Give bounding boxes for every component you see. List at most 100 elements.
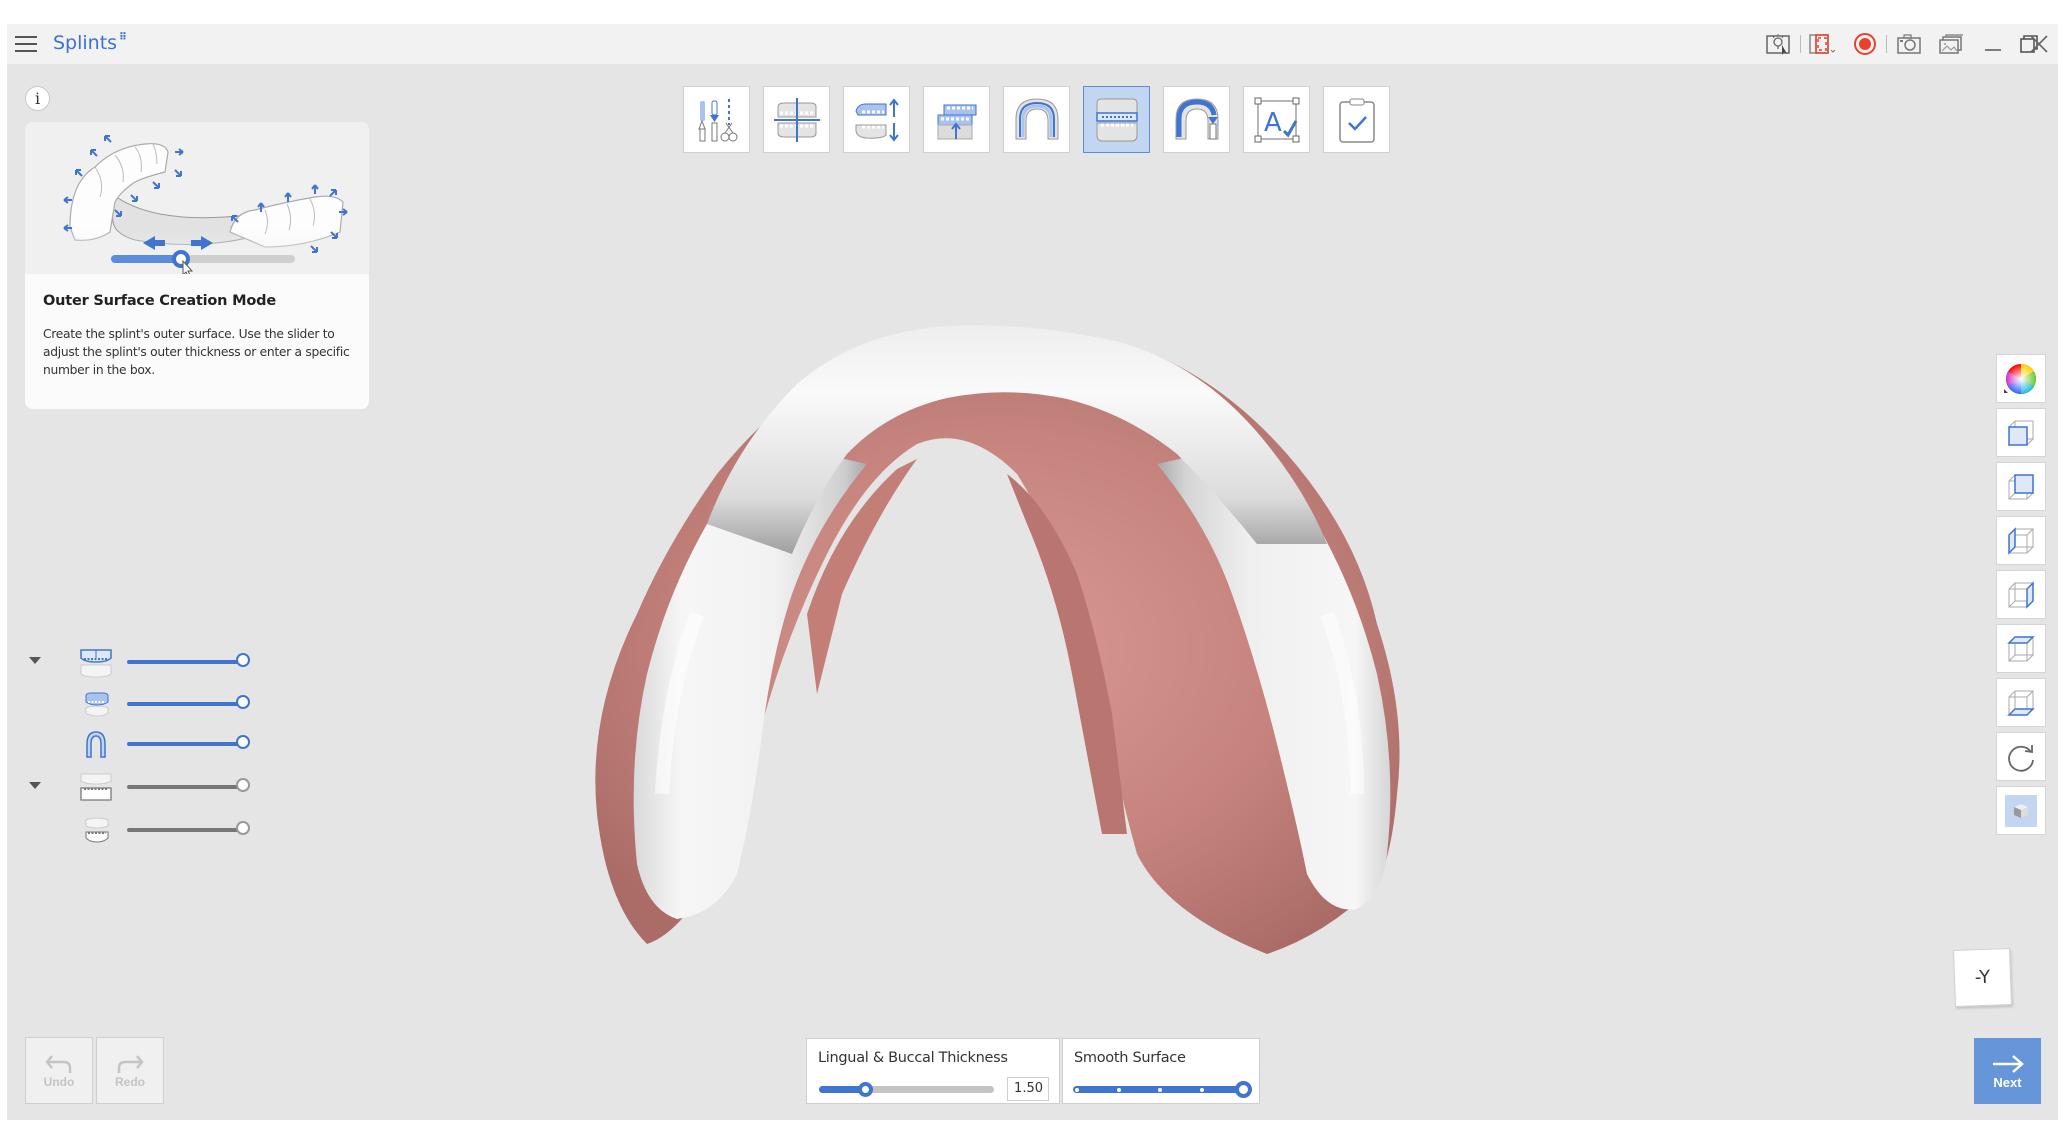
redo-icon — [117, 1054, 144, 1073]
bottom-view-button[interactable] — [1996, 678, 2046, 727]
lower-scan-icon — [85, 817, 109, 843]
clipboard-check-icon — [1338, 98, 1375, 143]
separator — [1800, 35, 1801, 53]
slider-handle[interactable] — [236, 653, 250, 667]
tutorial-description: Create the splint's outer surface. Use t… — [43, 327, 350, 377]
insertion-direction-step-button[interactable] — [843, 86, 910, 153]
titlebar-icons — [1758, 24, 2058, 64]
color-wheel-icon — [2004, 363, 2037, 394]
visibility-row-margin-arch — [7, 726, 267, 762]
occlusal-plane-step-button[interactable] — [763, 86, 830, 153]
redo-button[interactable]: Redo — [96, 1037, 164, 1104]
top-view-button[interactable] — [1996, 624, 2046, 673]
outer-surface-illustration — [25, 122, 369, 279]
tutorial-card: Outer Surface Creation Mode Create the s… — [25, 122, 369, 409]
close-icon[interactable] — [2024, 30, 2054, 58]
occlusal-plane-icon — [773, 97, 820, 142]
separator — [1886, 35, 1887, 53]
smooth-step-tick — [1199, 1088, 1204, 1092]
upper-jaw-splint-icon — [80, 649, 112, 678]
insertion-direction-icon — [854, 97, 899, 142]
top-view-icon — [2007, 635, 2035, 661]
splint-edit-step-button[interactable] — [1163, 86, 1230, 153]
rotate-icon — [2008, 744, 2034, 772]
gallery-icon[interactable] — [1936, 30, 1966, 58]
next-label: Next — [1993, 1074, 2022, 1090]
slider-handle[interactable] — [236, 695, 250, 709]
smooth-step-tick — [1158, 1088, 1162, 1092]
slider-handle[interactable] — [236, 821, 250, 835]
outer-surface-icon — [1095, 98, 1138, 141]
arrow-right-icon — [1992, 1054, 2024, 1073]
margin-line-step-button[interactable] — [1003, 86, 1070, 153]
undo-label: Undo — [43, 1074, 75, 1089]
capture-region-icon[interactable] — [1808, 30, 1838, 58]
solid-view-highlight — [2005, 794, 2037, 827]
undo-icon — [45, 1054, 72, 1073]
rotate-view-button[interactable] — [1996, 732, 2046, 781]
svg-text:A: A — [1264, 108, 1282, 138]
thickness-value-input[interactable]: 1.50 — [1007, 1077, 1049, 1101]
visibility-row-lower-group — [7, 769, 267, 805]
visibility-row-upper-group — [7, 644, 267, 680]
title-bar: Splints ⠿ — [7, 24, 2058, 64]
slider-handle[interactable] — [236, 778, 250, 792]
finish-step-button[interactable] — [1323, 86, 1390, 153]
right-view-button[interactable] — [1996, 570, 2046, 619]
app-title: Splints — [53, 32, 118, 54]
camera-icon[interactable] — [1894, 30, 1924, 58]
thickness-panel: Lingual & Buccal Thickness 1.50 — [806, 1038, 1060, 1104]
right-view-icon — [2008, 580, 2034, 609]
redo-label: Redo — [115, 1074, 145, 1089]
bottom-view-icon — [2007, 690, 2035, 716]
undercut-fill-step-button[interactable] — [923, 86, 990, 153]
smooth-surface-panel: Smooth Surface — [1062, 1038, 1260, 1104]
slider-handle[interactable] — [236, 735, 250, 749]
hamburger-icon[interactable] — [15, 34, 37, 54]
thickness-slider-handle[interactable] — [857, 1082, 873, 1097]
lower-group-opacity-slider[interactable] — [127, 785, 245, 789]
visibility-panel — [7, 644, 267, 864]
left-view-button[interactable] — [1996, 516, 2046, 565]
margin-arch-opacity-slider[interactable] — [127, 742, 245, 746]
undercut-fill-icon — [937, 104, 976, 139]
front-view-icon — [2008, 420, 2034, 446]
minimize-icon[interactable] — [1978, 30, 2008, 58]
lower-scan-opacity-slider[interactable] — [127, 828, 245, 832]
arch-outline-icon — [86, 731, 106, 758]
collapse-caret-icon[interactable] — [29, 657, 41, 664]
solid-cube-icon — [2014, 803, 2028, 818]
back-view-button[interactable] — [1996, 462, 2046, 511]
left-view-icon — [2008, 526, 2034, 555]
record-icon[interactable] — [1850, 30, 1880, 58]
visibility-row-lower-scan — [7, 812, 267, 848]
module-badge-icon: ⠿ — [119, 32, 127, 43]
text-label-icon: A — [1254, 97, 1299, 142]
settings-trim-step-button[interactable] — [683, 86, 750, 153]
outer-surface-step-button[interactable] — [1083, 86, 1150, 153]
solid-view-button[interactable] — [1996, 786, 2046, 835]
smooth-step-tick — [1075, 1088, 1079, 1092]
upper-splint-icon — [85, 692, 109, 717]
next-button[interactable]: Next — [1974, 1038, 2041, 1104]
upper-group-opacity-slider[interactable] — [127, 660, 245, 664]
app-window: Splints ⠿ i Outer Surface Creation Mode … — [7, 24, 2058, 1120]
help-guide-icon[interactable] — [1764, 30, 1794, 58]
3d-viewport[interactable] — [567, 294, 1467, 974]
collapse-caret-icon[interactable] — [29, 782, 41, 789]
thickness-label: Lingual & Buccal Thickness — [818, 1050, 1008, 1066]
lower-jaw-icon — [80, 773, 112, 801]
info-icon[interactable]: i — [25, 86, 50, 111]
smooth-surface-slider-handle[interactable] — [1235, 1081, 1252, 1098]
splint-edit-icon — [1175, 97, 1218, 139]
axis-orientation-cube[interactable]: -Y — [1953, 948, 2012, 1007]
upper-splint-opacity-slider[interactable] — [127, 702, 245, 706]
visibility-row-upper-splint — [7, 686, 267, 722]
text-label-step-button[interactable]: A — [1243, 86, 1310, 153]
smooth-step-tick — [1116, 1088, 1121, 1092]
back-view-icon — [2008, 473, 2034, 499]
smooth-surface-label: Smooth Surface — [1074, 1050, 1186, 1066]
front-view-button[interactable] — [1996, 408, 2046, 457]
undo-button[interactable]: Undo — [25, 1037, 93, 1104]
color-picker-button[interactable] — [1996, 354, 2046, 403]
